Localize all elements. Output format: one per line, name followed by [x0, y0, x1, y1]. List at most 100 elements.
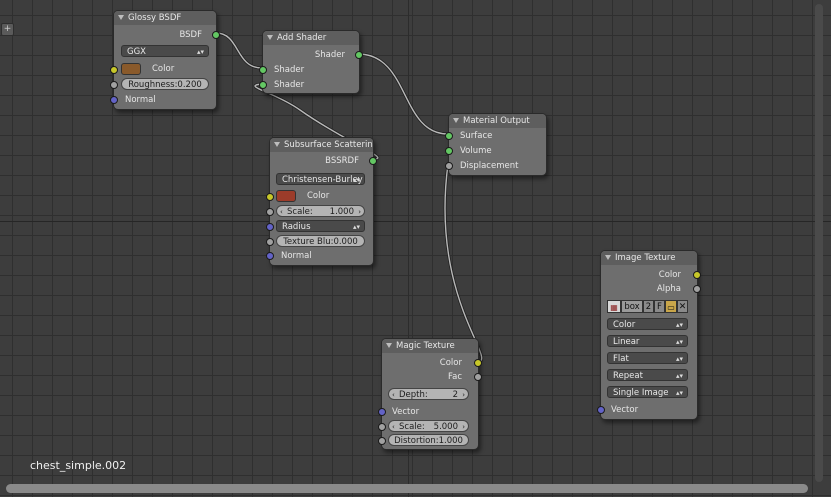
input-displacement-label: Displacement: [460, 161, 519, 171]
link-magic-to-displacement: [443, 162, 484, 364]
output-color-socket[interactable]: [474, 359, 482, 367]
falloff-dropdown[interactable]: Christensen-Burley ▴▾: [276, 173, 365, 185]
increment-arrow-icon[interactable]: ›: [462, 389, 465, 401]
color-space-value: Color: [613, 320, 636, 330]
collapse-triangle-icon[interactable]: [386, 343, 392, 348]
distribution-dropdown[interactable]: GGX ▴▾: [121, 45, 209, 57]
projection-dropdown[interactable]: Flat ▴▾: [607, 352, 688, 364]
decrement-arrow-icon[interactable]: ‹: [280, 206, 283, 218]
node-header[interactable]: Add Shader: [263, 31, 359, 45]
collapse-triangle-icon[interactable]: [267, 35, 273, 40]
link-add-to-output: [356, 52, 450, 136]
collapse-triangle-icon[interactable]: [453, 118, 459, 123]
extension-dropdown[interactable]: Repeat ▴▾: [607, 369, 688, 381]
roughness-field[interactable]: Roughness:0.200: [121, 78, 209, 90]
node-header[interactable]: Subsurface Scattering: [270, 138, 373, 152]
horizontal-scrollbar[interactable]: [6, 484, 808, 493]
node-header[interactable]: Image Texture: [601, 251, 697, 265]
interpolation-dropdown[interactable]: Linear ▴▾: [607, 335, 688, 347]
output-bssrdf-socket[interactable]: [369, 157, 377, 165]
increment-arrow-icon[interactable]: ›: [462, 421, 465, 433]
input-displacement-socket[interactable]: [445, 162, 453, 170]
node-glossy-bsdf[interactable]: Glossy BSDF BSDF GGX ▴▾ Color Roughness:0…: [110, 10, 220, 110]
input-color-socket[interactable]: [266, 193, 274, 201]
texture-blur-field[interactable]: Texture Blu:0.000: [276, 235, 365, 247]
scale-label: Scale:: [287, 207, 313, 217]
input-scale-socket[interactable]: [266, 208, 274, 216]
input-scale-socket[interactable]: [378, 423, 386, 431]
node-header[interactable]: Glossy BSDF: [114, 11, 216, 25]
dropdown-arrows-icon: ▴▾: [352, 223, 360, 231]
output-color-socket[interactable]: [693, 271, 701, 279]
node-magic-texture[interactable]: Magic Texture Color Fac ‹ Depth: 2 › Vector…: [378, 338, 482, 450]
falloff-value: Christensen-Burley: [282, 175, 363, 185]
image-users-count[interactable]: 2: [643, 300, 654, 313]
unlink-close-icon[interactable]: ✕: [677, 300, 688, 313]
input-color-socket[interactable]: [110, 66, 118, 74]
output-shader-socket[interactable]: [355, 51, 363, 59]
fake-user-button[interactable]: F: [654, 300, 665, 313]
input-normal-socket[interactable]: [266, 252, 274, 260]
dropdown-arrows-icon: ▴▾: [675, 321, 683, 329]
radius-vector-field[interactable]: Radius ▴▾: [276, 220, 365, 232]
input-surface-socket[interactable]: [445, 132, 453, 140]
distortion-field[interactable]: Distortion:1.000: [388, 434, 469, 446]
output-fac-socket[interactable]: [474, 373, 482, 381]
input-vector-socket[interactable]: [378, 408, 386, 416]
node-title: Glossy BSDF: [128, 13, 182, 23]
grid-axis-horizontal: [0, 221, 831, 222]
link-glossy-to-add: [214, 31, 264, 70]
input-shader2-label: Shader: [274, 80, 305, 90]
node-subsurface-scattering[interactable]: Subsurface Scattering BSSRDF Christensen…: [266, 137, 377, 266]
increment-arrow-icon[interactable]: ›: [358, 206, 361, 218]
dropdown-arrows-icon: ▴▾: [675, 372, 683, 380]
node-add-shader[interactable]: Add Shader Shader Shader Shader: [259, 30, 363, 94]
output-shader-label: Shader: [314, 50, 345, 60]
image-browse-icon[interactable]: ▦: [607, 300, 621, 313]
source-dropdown[interactable]: Single Image ▴▾: [607, 386, 688, 398]
input-distortion-socket[interactable]: [378, 437, 386, 445]
scale-label: Scale:: [399, 422, 425, 432]
input-roughness-socket[interactable]: [110, 81, 118, 89]
node-header[interactable]: Magic Texture: [382, 339, 478, 353]
node-image-texture[interactable]: Image Texture Color Alpha ▦ box 2 F ▭ ✕ …: [597, 250, 701, 420]
collapse-triangle-icon[interactable]: [118, 15, 124, 20]
node-header[interactable]: Material Output: [449, 114, 546, 128]
input-shader1-socket[interactable]: [259, 66, 267, 74]
node-editor-canvas[interactable]: Glossy BSDF BSDF GGX ▴▾ Color Roughness:0…: [0, 0, 831, 497]
node-title: Add Shader: [277, 33, 327, 43]
interpolation-value: Linear: [613, 337, 640, 347]
open-folder-icon[interactable]: ▭: [665, 300, 677, 313]
input-radius-socket[interactable]: [266, 223, 274, 231]
dropdown-arrows-icon: ▴▾: [675, 338, 683, 346]
collapse-triangle-icon[interactable]: [605, 255, 611, 260]
input-normal-socket[interactable]: [110, 96, 118, 104]
input-color-label: Color: [307, 191, 330, 201]
depth-field[interactable]: ‹ Depth: 2 ›: [388, 388, 469, 400]
color-swatch[interactable]: [276, 190, 296, 202]
source-value: Single Image: [613, 388, 669, 398]
node-material-output[interactable]: Material Output Surface Volume Displacem…: [445, 113, 547, 176]
collapse-triangle-icon[interactable]: [274, 142, 280, 147]
input-vector-socket[interactable]: [597, 406, 605, 414]
output-fac-label: Fac: [448, 372, 462, 382]
add-node-button[interactable]: +: [1, 23, 14, 36]
plus-icon: +: [3, 24, 12, 34]
color-space-dropdown[interactable]: Color ▴▾: [607, 318, 688, 330]
color-swatch[interactable]: [121, 63, 141, 75]
scale-field[interactable]: ‹ Scale: 5.000 ›: [388, 420, 469, 432]
dropdown-arrows-icon: ▴▾: [675, 389, 683, 397]
decrement-arrow-icon[interactable]: ‹: [392, 421, 395, 433]
output-alpha-socket[interactable]: [693, 285, 701, 293]
image-selector[interactable]: ▦ box 2 F ▭ ✕: [607, 300, 688, 313]
input-texture-blur-socket[interactable]: [266, 238, 274, 246]
radius-label: Radius: [282, 222, 311, 232]
decrement-arrow-icon[interactable]: ‹: [392, 389, 395, 401]
vertical-scrollbar[interactable]: [815, 4, 823, 482]
input-shader2-socket[interactable]: [259, 81, 267, 89]
output-color-label: Color: [439, 358, 462, 368]
scale-field[interactable]: ‹ Scale: 1.000 ›: [276, 205, 365, 217]
input-volume-socket[interactable]: [445, 147, 453, 155]
output-bsdf-socket[interactable]: [212, 31, 220, 39]
image-name-field[interactable]: box: [621, 300, 643, 313]
